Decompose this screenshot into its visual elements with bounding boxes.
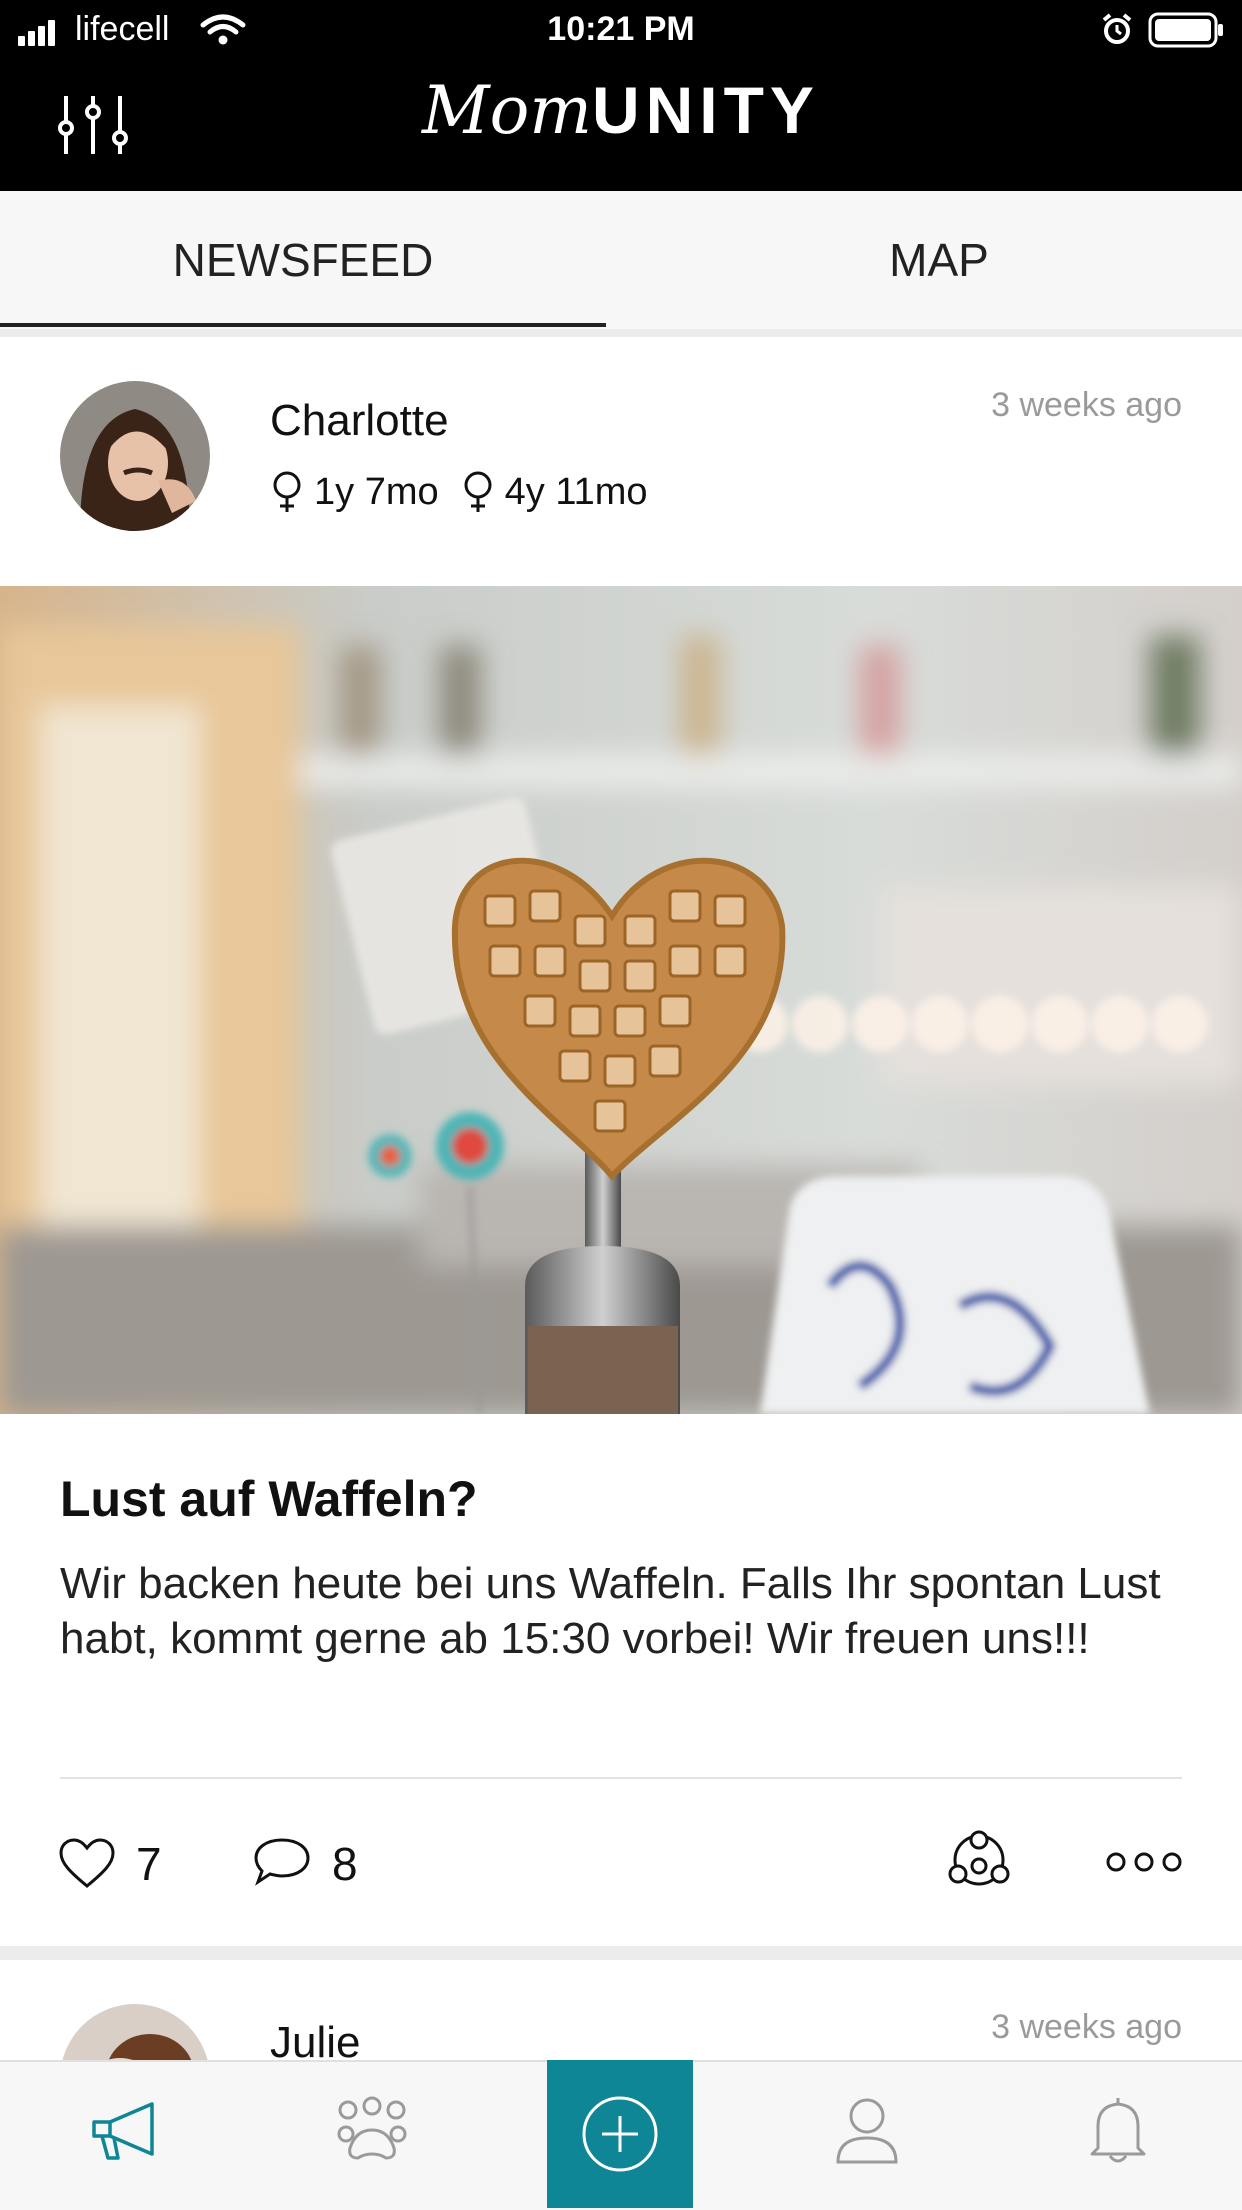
post-timestamp: 3 weeks ago: [991, 386, 1182, 424]
profile-icon[interactable]: [834, 2096, 900, 2166]
like-count: 7: [136, 1838, 162, 1890]
more-icon[interactable]: [1106, 1850, 1182, 1874]
feed-separator: [0, 1946, 1242, 1960]
heart-icon[interactable]: [58, 1838, 116, 1890]
active-tab-indicator: [0, 323, 606, 327]
post-body: Wir backen heute bei uns Waffeln. Falls …: [60, 1559, 1161, 1663]
tab-bar: NEWSFEED MAP: [0, 191, 1242, 329]
battery-icon: [1148, 12, 1223, 48]
megaphone-icon[interactable]: [90, 2098, 162, 2164]
post-author[interactable]: Charlotte: [270, 396, 449, 446]
app-logo: MomUNITY: [422, 72, 820, 149]
paw-group-icon[interactable]: [332, 2096, 412, 2166]
bell-icon[interactable]: [1088, 2094, 1148, 2166]
avatar[interactable]: [60, 381, 210, 531]
divider: [60, 1777, 1182, 1779]
add-button[interactable]: [547, 2060, 693, 2208]
female-icon: [464, 471, 492, 512]
post-timestamp: 3 weeks ago: [991, 2008, 1182, 2046]
post-image[interactable]: [0, 586, 1242, 1414]
kids-info: 1y 7mo 4y 11mo: [270, 470, 648, 514]
kid-age: 4y 11mo: [504, 470, 648, 513]
add-icon: [582, 2096, 658, 2172]
network-icon[interactable]: [944, 1830, 1014, 1892]
kid-age: 1y 7mo: [314, 470, 439, 513]
female-icon: [273, 471, 301, 512]
tab-newsfeed[interactable]: NEWSFEED: [0, 191, 606, 329]
status-time: 10:21 PM: [547, 10, 695, 48]
alarm-icon: [1102, 13, 1132, 44]
tab-map[interactable]: MAP: [636, 191, 1242, 329]
comment-icon[interactable]: [252, 1836, 312, 1888]
tab-divider: [0, 329, 1242, 337]
post-title: Lust auf Waffeln?: [60, 1471, 478, 1527]
comment-count: 8: [332, 1838, 358, 1890]
